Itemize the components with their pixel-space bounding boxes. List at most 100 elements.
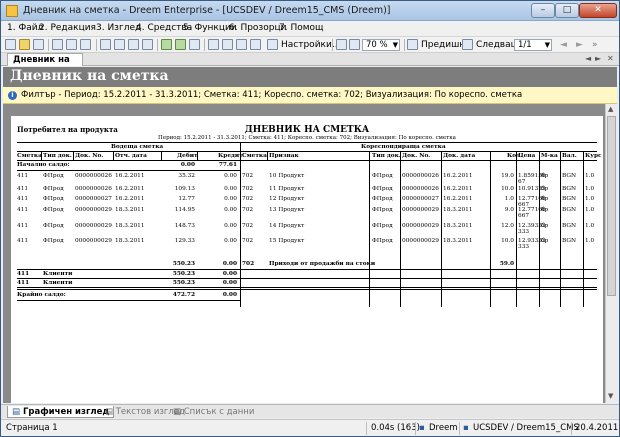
tab-account-journal[interactable]: Дневник на сметка	[7, 53, 83, 77]
filter-bar[interactable]: i Филтър - Период: 15.2.2011 - 31.3.2011…	[3, 87, 617, 104]
page-select[interactable]: 1/1 ▼	[514, 39, 552, 51]
table-cell-ctype: ФПрод	[372, 223, 393, 229]
save-icon[interactable]	[33, 39, 44, 50]
scroll-down-icon[interactable]: ▼	[608, 392, 613, 400]
print-preview-icon[interactable]	[100, 39, 111, 50]
scroll-thumb[interactable]	[607, 116, 616, 296]
rule	[17, 300, 241, 301]
tab-data-list-label: Списък с данни	[183, 407, 255, 417]
table-cell-cno: 0000000026	[402, 173, 439, 179]
status-date: 20.4.2011 г.	[575, 423, 620, 433]
toolbar-separator	[96, 39, 97, 51]
col-corr-doc-date: Док. дата	[443, 153, 476, 159]
minimize-button[interactable]: –	[531, 3, 555, 18]
col-sign: Признак	[269, 153, 299, 159]
title-bar[interactable]: Дневник на сметка - Dreem Enterprise - […	[1, 1, 619, 21]
more-arrow-icon[interactable]: »	[592, 40, 598, 50]
table-cell-debit: 35.32	[178, 173, 195, 179]
report-icon[interactable]	[236, 39, 247, 50]
report-title: ДНЕВНИК НА СМЕТКА	[244, 125, 370, 135]
open-icon[interactable]	[19, 39, 30, 50]
toolbar-separator	[157, 39, 158, 51]
zoom-select[interactable]: 70 % ▼	[362, 39, 400, 51]
status-separator	[459, 422, 460, 435]
menu-bar: 1. Файл 2. Редакция 3. Изглед 4. Средств…	[1, 21, 619, 37]
zoom-in-icon[interactable]	[336, 39, 347, 50]
tab-scroll-left-icon[interactable]: ◄	[585, 54, 591, 63]
print-icon[interactable]	[114, 39, 125, 50]
table-cell-date: 16.2.2011	[115, 196, 145, 202]
tab-close-icon[interactable]: ✕	[607, 54, 614, 63]
find-icon[interactable]	[142, 39, 153, 50]
table-cell-date: 16.2.2011	[115, 173, 145, 179]
filter-icon[interactable]	[175, 39, 186, 50]
menu-view[interactable]: 3. Изглед	[96, 23, 141, 33]
refresh-icon[interactable]	[161, 39, 172, 50]
paste-icon[interactable]	[80, 39, 91, 50]
table-cell-credit: 0.00	[224, 207, 237, 213]
next-page-icon[interactable]	[462, 39, 473, 50]
view-tab-strip: ▤ Графичен изглед ▤ Текстов изглед ▦ Спи…	[1, 404, 619, 418]
grid-icon[interactable]	[208, 39, 219, 50]
cut-icon[interactable]	[52, 39, 63, 50]
maximize-button[interactable]: □	[555, 3, 579, 18]
app-icon	[6, 5, 18, 17]
tab-data-list[interactable]: ▦ Списък с данни	[173, 406, 254, 418]
status-time: 0.04s (163)	[371, 423, 420, 433]
list-icon[interactable]	[250, 39, 261, 50]
table-cell-cur: BGN	[562, 207, 577, 213]
menu-help[interactable]: 7. Помощ	[279, 23, 324, 33]
delete-icon[interactable]	[128, 39, 139, 50]
back-arrow-icon[interactable]: ◄	[560, 40, 567, 50]
table-cell-sign: 15 Продукт	[269, 238, 305, 244]
settings-icon[interactable]	[267, 39, 278, 50]
menu-file[interactable]: 1. Файл	[7, 23, 43, 33]
table-cell-acc: 411	[17, 173, 29, 179]
col-divider	[369, 151, 370, 307]
menu-edit[interactable]: 2. Редакция	[39, 23, 96, 33]
table-cell-debit: 12.77	[178, 196, 195, 202]
col-divider	[583, 151, 584, 307]
table-cell-uom: бр	[541, 196, 549, 202]
table-cell-uom: бр	[541, 223, 549, 229]
status-connection: UCSDEV / Dreem15_CMS	[473, 423, 579, 433]
rule	[17, 160, 597, 161]
table-cell-rate: 1.0	[585, 223, 595, 229]
table-cell-ctype: ФПрод	[372, 207, 393, 213]
col-doc-no: Док. No.	[75, 153, 104, 159]
table-cell-cno: 0000000029	[402, 223, 439, 229]
table-cell-debit: 148.73	[174, 223, 195, 229]
table-cell-cacc: 702	[242, 196, 254, 202]
sum-label: Приходи от продажби на стоки	[269, 261, 376, 267]
report-viewer[interactable]: Потребител на продукта ДНЕВНИК НА СМЕТКА…	[3, 104, 617, 403]
table-cell-no: 0000000026	[75, 186, 112, 192]
data-list-icon: ▦	[173, 407, 184, 417]
tab-scroll-right-icon[interactable]: ►	[595, 54, 601, 63]
close-button[interactable]: ✕	[579, 3, 617, 18]
table-cell-debit: 109.13	[174, 186, 195, 192]
client-label: Клиенти	[43, 280, 73, 286]
table-cell-uom: бр	[541, 186, 549, 192]
new-icon[interactable]	[5, 39, 16, 50]
vertical-scrollbar[interactable]: ▲ ▼	[605, 104, 617, 403]
sum-corr-account: 702	[242, 261, 255, 267]
table-cell-ctype: ФПрод	[372, 173, 393, 179]
table-cell-type: ФПрод	[43, 186, 64, 192]
closing-balance-label: Крайно салдо:	[17, 292, 66, 298]
toolbar-separator	[332, 39, 333, 51]
zoom-out-icon[interactable]	[349, 39, 360, 50]
chart-icon[interactable]	[222, 39, 233, 50]
col-divider	[267, 151, 268, 161]
chevron-down-icon: ▼	[544, 41, 550, 49]
menu-windows[interactable]: 6. Прозорци	[229, 23, 286, 33]
forward-arrow-icon[interactable]: ►	[576, 40, 583, 50]
col-divider	[240, 142, 241, 307]
table-cell-cacc: 702	[242, 223, 254, 229]
table-cell-qty: 1.0	[504, 196, 514, 202]
scroll-up-icon[interactable]: ▲	[608, 105, 613, 113]
table-cell-price: 1.859156 67	[518, 173, 546, 185]
prev-page-icon[interactable]	[407, 39, 418, 50]
export-icon[interactable]	[189, 39, 200, 50]
copy-icon[interactable]	[66, 39, 77, 50]
tab-graphic-view[interactable]: ▤ Графичен изглед	[7, 406, 115, 418]
